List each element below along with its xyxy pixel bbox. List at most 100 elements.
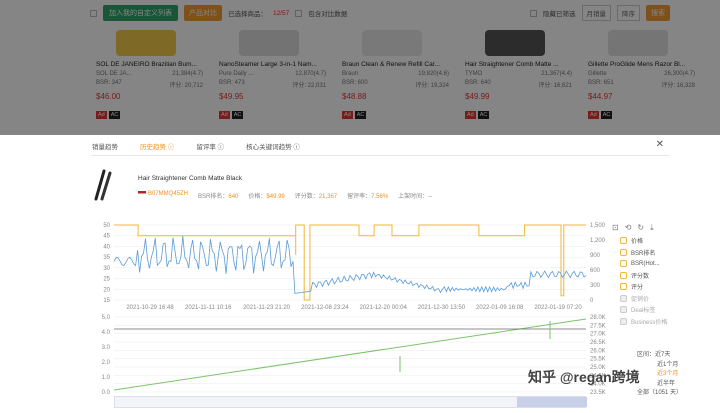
legend-item[interactable]: 促销价 <box>620 293 667 305</box>
y2-tick-label: 28.0K <box>590 315 606 321</box>
bsr-label: BSR排名： <box>198 194 229 200</box>
legend-item[interactable]: BSR排名 <box>620 247 667 259</box>
y-tick-label: 1.0 <box>102 375 111 381</box>
review-count-series-line <box>113 318 587 391</box>
range-option[interactable]: 近1个月 <box>657 362 678 368</box>
bsr-series-line <box>113 235 587 294</box>
legend-label: 促销价 <box>631 296 650 303</box>
y2-tick-label: 26.5K <box>590 340 606 346</box>
y2-tick-label: 900 <box>590 253 601 259</box>
legend-label: Business价格 <box>631 319 668 326</box>
x-tick-label: 2021-10-29 16:48 <box>126 305 174 311</box>
product-asin[interactable]: B07MMQ45ZH <box>148 191 188 197</box>
zoom-icon[interactable]: ⊡ <box>612 223 619 233</box>
x-tick-label: 2021-11-23 21:20 <box>243 305 291 311</box>
tab-review-rate[interactable]: 留评率 ⓘ <box>196 141 224 156</box>
y-tick-label: 30 <box>103 266 110 272</box>
bsr-value: 640 <box>228 194 239 200</box>
legend-marker <box>620 294 627 302</box>
y-tick-label: 35 <box>103 255 110 261</box>
x-tick-label: 2021-12-20 00:04 <box>359 305 407 311</box>
history-panel: 销量趋势 历史趋势 ⓘ 留评率 ⓘ 核心关键词趋势 ⓘ ✕ Hair Strai… <box>0 135 720 413</box>
legend-label: Deal标签 <box>631 308 656 315</box>
reviews-value: 21,367 <box>318 194 338 200</box>
range-option[interactable]: 近7天 <box>655 352 670 358</box>
legend-label: 评分 <box>631 285 644 292</box>
us-flag-icon <box>138 191 146 196</box>
x-tick-label: 2022-01-09 16:08 <box>476 305 524 311</box>
chart-scrollbar[interactable] <box>114 396 587 408</box>
legend-item[interactable]: 评分 <box>620 281 667 293</box>
range-option[interactable]: 近3个月 <box>657 371 678 377</box>
chart-toolbar: ⊡ ⟲ ↻ ⤓ <box>612 223 654 233</box>
price-label: 价格： <box>248 194 267 200</box>
y-tick-label: 4.0 <box>102 330 111 336</box>
zoom-reset-icon[interactable]: ⟲ <box>625 223 632 233</box>
y-tick-label: 5.0 <box>102 315 111 321</box>
legend-label: 评分数 <box>631 273 650 280</box>
range-selector: 区间：近7天 近1个月 近3个月 近半年 全部（1051 天） <box>637 349 682 397</box>
legend-marker <box>620 237 627 245</box>
y-tick-label: 15 <box>103 298 110 304</box>
close-icon[interactable]: ✕ <box>656 139 664 150</box>
tab-history-trend[interactable]: 历史趋势 ⓘ <box>140 141 175 156</box>
restore-icon[interactable]: ↻ <box>637 223 644 233</box>
legend-marker <box>620 306 627 314</box>
range-label: 区间： <box>637 352 656 358</box>
watermark: 知乎 @regan跨境 <box>528 369 640 385</box>
tab-divider <box>92 155 670 156</box>
x-tick-label: 2021-12-30 13:50 <box>418 305 466 311</box>
y-tick-label: 2.0 <box>102 360 111 366</box>
panel-tabs: 销量趋势 历史趋势 ⓘ 留评率 ⓘ 核心关键词趋势 ⓘ <box>92 141 300 156</box>
product-title: Hair Straightener Comb Matte Black <box>138 175 243 182</box>
x-tick-label: 2022-01-19 07:20 <box>534 305 582 311</box>
legend-item[interactable]: Deal标签 <box>620 304 667 316</box>
reviews-label: 评分数： <box>294 194 319 200</box>
y2-tick-label: 27.5K <box>590 323 606 329</box>
tab-sales-trend[interactable]: 销量趋势 <box>92 141 118 156</box>
date-value: -- <box>428 194 433 200</box>
y-tick-label: 20 <box>103 287 110 293</box>
legend-item[interactable]: Business价格 <box>620 316 667 328</box>
legend-label: BSR排名 <box>631 250 656 257</box>
y-tick-label: 50 <box>103 223 110 229</box>
range-option[interactable]: 全部（1051 天） <box>637 390 682 396</box>
legend-item[interactable]: 价格 <box>620 235 667 247</box>
y2-tick-label: 1,500 <box>590 223 606 229</box>
x-tick-label: 2021-11-11 10:16 <box>185 305 232 311</box>
modal-backdrop[interactable] <box>0 0 720 135</box>
legend-label: 价格 <box>631 239 644 246</box>
legend-marker <box>620 248 627 256</box>
y2-tick-label: 1,200 <box>590 238 606 244</box>
y-tick-label: 25 <box>103 277 110 283</box>
y2-tick-label: 0 <box>590 298 594 304</box>
scrollbar-thumb[interactable] <box>517 397 587 407</box>
range-option[interactable]: 近半年 <box>657 381 675 387</box>
y2-tick-label: 27.0K <box>590 332 606 338</box>
price-value: $49.99 <box>266 194 285 200</box>
price-series-line <box>114 224 586 301</box>
rate-label: 留评率： <box>347 194 372 200</box>
y-tick-label: 40 <box>103 244 110 250</box>
y2-tick-label: 23.5K <box>590 390 606 396</box>
product-image <box>94 169 112 201</box>
legend-label: BSR(Hot... <box>631 260 660 267</box>
legend-item[interactable]: 评分数 <box>620 270 667 282</box>
chart-legend: 价格 BSR排名 BSR(Hot... 评分数 评分 促销价 Deal标签 Bu… <box>620 235 667 327</box>
legend-marker <box>620 260 627 268</box>
x-tick-label: 2021-12-08 23:24 <box>301 305 349 311</box>
legend-item[interactable]: BSR(Hot... <box>620 258 667 270</box>
tab-keyword-trend[interactable]: 核心关键词趋势 ⓘ <box>246 141 300 156</box>
y2-tick-label: 25.5K <box>590 357 606 363</box>
y-tick-label: 0.0 <box>102 390 111 396</box>
download-icon[interactable]: ⤓ <box>650 223 654 233</box>
y2-tick-label: 600 <box>590 268 601 274</box>
date-label: 上架时间： <box>398 194 429 200</box>
y2-tick-label: 300 <box>590 283 601 289</box>
y2-tick-label: 26.0K <box>590 348 606 354</box>
legend-marker <box>620 271 627 279</box>
rate-value: 7.56% <box>371 194 389 200</box>
legend-marker <box>620 317 627 325</box>
product-meta: B07MMQ45ZH BSR排名：640 价格：$49.99 评分数：21,36… <box>138 191 432 200</box>
legend-marker <box>620 283 627 291</box>
